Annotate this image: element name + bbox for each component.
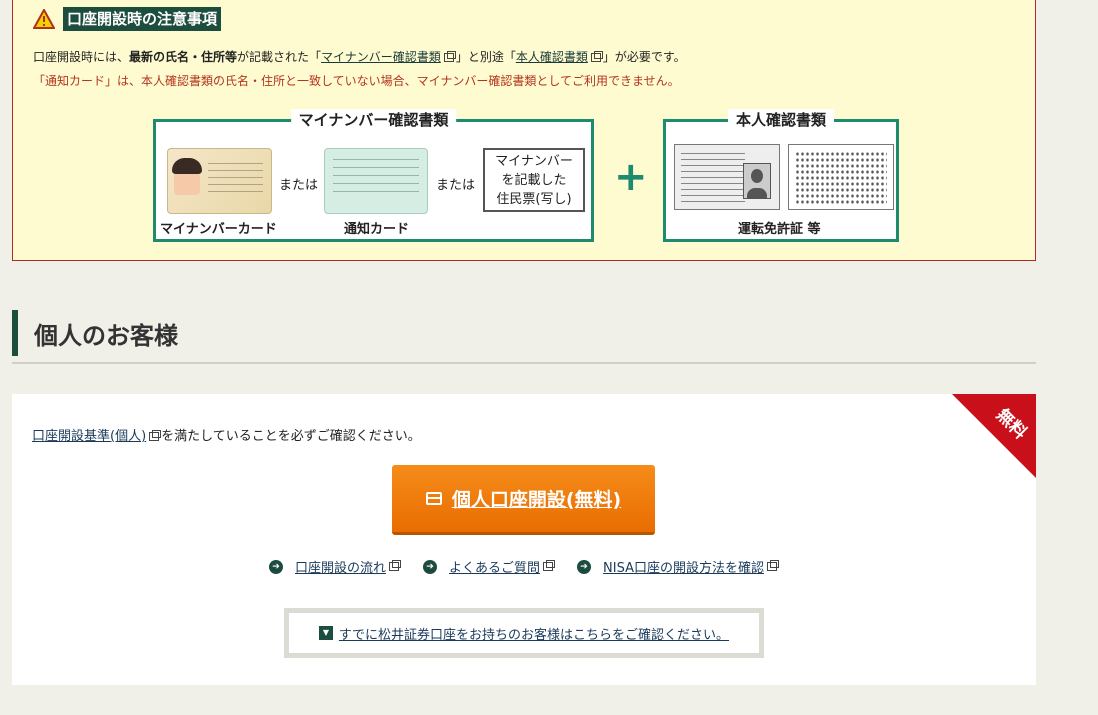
existing-customer-box: ▼ すでに松井証券口座をお持ちのお客様はこちらをご確認ください。 (284, 608, 764, 658)
or-label: または (436, 178, 476, 193)
account-criteria-text: 口座開設基準(個人) を満たしていることを必ずご確認ください。 (32, 425, 421, 444)
warning-icon (33, 9, 55, 29)
card-text-lines (208, 163, 263, 193)
id-docs-link[interactable]: 本人確認書類 (516, 50, 603, 64)
section-accent-bar (12, 310, 18, 356)
account-flow-link[interactable]: ➔ 口座開設の流れ (269, 557, 402, 576)
mynumber-card-caption: マイナンバーカード (160, 222, 277, 237)
mynumber-docs-box: マイナンバー確認書類 または または マイナンバー を記載した 住民票(写し) … (153, 109, 594, 242)
link-label: すでに松井証券口座をお持ちのお客様はこちらをご確認ください。 (338, 627, 730, 643)
external-link-icon (149, 430, 162, 441)
personal-account-panel: 無料 口座開設基準(個人) を満たしていることを必ずご確認ください。 個人口座開設… (12, 394, 1036, 685)
notice-header: 口座開設時の注意事項 (33, 7, 222, 31)
drivers-license-caption: 運転免許証 等 (738, 222, 821, 237)
existing-customer-link[interactable]: ▼ すでに松井証券口座をお持ちのお客様はこちらをご確認ください。 (318, 624, 730, 643)
external-link-icon (590, 51, 603, 62)
arrow-right-icon: ➔ (577, 559, 592, 574)
portrait-icon (743, 163, 771, 199)
resident-record-box: マイナンバー を記載した 住民票(写し) (483, 148, 585, 212)
notice-text-part: 」と別途「 (455, 50, 516, 64)
account-criteria-link[interactable]: 口座開設基準(個人) (32, 429, 162, 444)
link-label: 口座開設の流れ (295, 561, 387, 576)
license-back-pattern (795, 151, 887, 205)
notification-card-image (324, 148, 428, 214)
link-label: 本人確認書類 (515, 50, 588, 64)
portrait-icon (172, 158, 202, 195)
resident-record-line: を記載した (501, 173, 567, 188)
card-icon (425, 492, 442, 505)
help-links: ➔ 口座開設の流れ ➔ よくあるご質問 ➔ NISA口座の開設方法を確認 (12, 557, 1036, 576)
link-label: 口座開設基準(個人) (32, 429, 147, 444)
nisa-account-link[interactable]: ➔ NISA口座の開設方法を確認 (577, 557, 779, 576)
open-personal-account-button[interactable]: 個人口座開設(無料) (392, 465, 655, 535)
mynumber-docs-link[interactable]: マイナンバー確認書類 (321, 50, 456, 64)
external-link-icon (443, 51, 456, 62)
link-label: マイナンバー確認書類 (321, 50, 441, 64)
arrow-right-icon: ➔ (269, 559, 283, 574)
external-link-icon (389, 560, 402, 571)
notice-warning-text: 「通知カード」は、本人確認書類の氏名・住所と一致していない場合、マイナンバー確認… (33, 74, 680, 88)
license-text-lines (681, 153, 745, 205)
notice-title: 口座開設時の注意事項 (63, 7, 222, 31)
notice-requirement-text: 口座開設時には、最新の氏名・住所等が記載された「マイナンバー確認書類 」と別途「本… (33, 49, 686, 65)
notice-text-part: 」が必要です。 (602, 50, 686, 64)
caret-down-icon: ▼ (318, 626, 333, 640)
id-docs-label: 本人確認書類 (727, 109, 835, 130)
section-heading: 個人のお客様 (12, 310, 1036, 364)
button-label: 個人口座開設(無料) (451, 489, 622, 511)
free-ribbon: 無料 (952, 394, 1036, 478)
link-label: よくあるご質問 (449, 561, 541, 576)
arrow-right-icon: ➔ (423, 559, 438, 574)
resident-record-line: 住民票(写し) (496, 192, 572, 207)
plus-icon: + (614, 154, 648, 200)
drivers-license-front-image (674, 144, 780, 210)
resident-record-line: マイナンバー (495, 154, 573, 169)
link-label: NISA口座の開設方法を確認 (603, 561, 764, 576)
intro-text: を満たしていることを必ずご確認ください。 (161, 429, 421, 444)
section-title: 個人のお客様 (34, 321, 178, 350)
notification-card-caption: 通知カード (344, 222, 410, 237)
external-link-icon (543, 560, 556, 571)
free-ribbon-label: 無料 (992, 405, 1031, 444)
notice-text-part: 口座開設時には、 (33, 50, 130, 64)
faq-link[interactable]: ➔ よくあるご質問 (423, 557, 556, 576)
notice-text-part: が記載された「 (237, 50, 322, 64)
card-text-lines (333, 159, 419, 199)
notice-bold-text: 最新の氏名・住所等 (129, 50, 238, 64)
mynumber-docs-label: マイナンバー確認書類 (290, 109, 457, 130)
notice-box: 口座開設時の注意事項 口座開設時には、最新の氏名・住所等が記載された「マイナンバ… (12, 0, 1036, 261)
drivers-license-back-image (788, 144, 894, 210)
mynumber-card-image (167, 148, 272, 214)
or-label: または (279, 178, 319, 193)
id-docs-box: 本人確認書類 運転免許証 等 (663, 109, 899, 242)
external-link-icon (766, 560, 779, 571)
